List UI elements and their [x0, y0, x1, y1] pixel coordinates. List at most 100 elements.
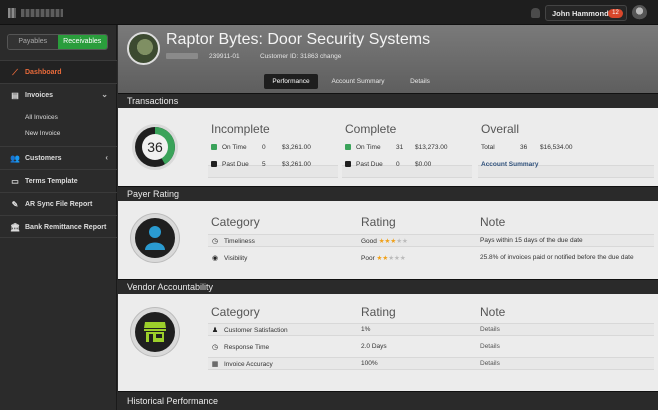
invoice-accuracy-rating: 100%	[361, 360, 378, 367]
category-label: Invoice Accuracy	[224, 361, 273, 368]
section-title: Payer Rating	[127, 189, 180, 199]
overall-heading: Overall	[481, 122, 520, 136]
sidebar-item-label: Invoices	[25, 92, 54, 99]
user-avatar[interactable]	[632, 5, 647, 20]
note-heading: Note	[480, 215, 506, 229]
section-header-transactions: Transactions	[118, 93, 658, 108]
sidebar-item-bank-remittance-report[interactable]: 🏛 Bank Remittance Report	[0, 215, 117, 238]
complete-past-due-count: 0	[396, 161, 400, 168]
on-time-swatch	[345, 144, 351, 151]
sidebar-item-invoices[interactable]: ▤ Invoices ⌄	[0, 83, 117, 106]
note-heading: Note	[480, 305, 506, 319]
overall-total-amount: $16,534.00	[540, 144, 573, 151]
overall-total-count: 36	[520, 144, 528, 151]
page-title: Raptor Bytes: Door Security Systems	[166, 31, 431, 48]
section-header-payer-rating: Payer Rating	[118, 186, 658, 201]
customer-id-value: 31863	[300, 53, 319, 60]
clock-icon: ◷	[211, 238, 219, 245]
tab-details[interactable]: Details	[400, 74, 440, 89]
category-label: Response Time	[224, 344, 270, 351]
response-time-rating: 2.0 Days	[361, 343, 387, 350]
complete-past-due-amount: $0.00	[415, 161, 432, 168]
incomplete-on-time-count: 0	[262, 144, 266, 151]
category-heading: Category	[211, 305, 260, 319]
section-title: Historical Performance	[127, 396, 219, 406]
change-link[interactable]: change	[320, 53, 341, 60]
section-title: Transactions	[127, 96, 179, 106]
account-summary-link[interactable]: Account Summary	[481, 161, 538, 168]
row-label: Past Due	[222, 161, 249, 168]
vendor-row-customer-satisfaction: ♟ Customer Satisfaction	[211, 326, 288, 334]
category-heading: Category	[211, 215, 260, 229]
payables-toggle-button[interactable]: Payables	[8, 35, 58, 49]
vendor-row-invoice-accuracy: ▦ Invoice Accuracy	[211, 360, 273, 368]
sidebar-subitem-all-invoices[interactable]: All Invoices	[25, 114, 58, 121]
complete-on-time-amount: $13,273.00	[415, 144, 448, 151]
wrench-icon: ✎	[11, 200, 19, 209]
sidebar-item-customers[interactable]: 👥 Customers ‹	[0, 146, 117, 169]
redacted-text	[166, 53, 198, 59]
sidebar-item-ar-sync-file-report[interactable]: ✎ AR Sync File Report	[0, 192, 117, 215]
customer-satisfaction-details-link[interactable]: Details	[480, 326, 500, 333]
row-label: On Time	[356, 144, 381, 151]
incomplete-past-due-amount: $3,261.00	[282, 161, 311, 168]
incomplete-on-time-row: On Time	[211, 144, 247, 151]
customer-satisfaction-rating: 1%	[361, 326, 371, 333]
chart-line-icon: ⟋	[12, 68, 18, 77]
star-rating: ★★★★★	[378, 238, 408, 245]
main-content: Raptor Bytes: Door Security Systems 2399…	[118, 25, 658, 410]
rating-heading: Rating	[361, 305, 396, 319]
sidebar-item-terms-template[interactable]: ▭ Terms Template	[0, 169, 117, 192]
account-number: 239911-01	[209, 53, 240, 60]
incomplete-past-due-row: Past Due	[211, 161, 249, 168]
sidebar-item-dashboard[interactable]: ⟋ Dashboard	[0, 60, 117, 83]
invoice-icon: ▤	[11, 91, 19, 100]
category-label: Visibility	[224, 255, 248, 262]
transactions-total-count: 36	[147, 139, 163, 155]
on-time-swatch	[211, 144, 217, 151]
row-label: Past Due	[356, 161, 383, 168]
tab-account-summary[interactable]: Account Summary	[323, 74, 393, 89]
category-label: Timeliness	[224, 238, 255, 245]
category-label: Customer Satisfaction	[224, 327, 288, 334]
chevron-left-icon: ‹	[105, 153, 108, 162]
timeliness-rating: Good ★★★★★	[361, 237, 408, 245]
customer-avatar	[127, 32, 160, 65]
complete-heading: Complete	[345, 122, 397, 136]
sidebar-item-label: Customers	[25, 155, 62, 162]
rating-text: Poor	[361, 255, 375, 262]
notification-bell-icon[interactable]	[531, 8, 540, 18]
person-icon	[145, 226, 165, 250]
logo-wordmark	[21, 9, 63, 17]
star-rating: ★★★★★	[376, 255, 406, 262]
user-menu[interactable]: John Hammond 12	[545, 5, 627, 21]
storefront-icon	[144, 322, 166, 342]
rating-text: Good	[361, 238, 377, 245]
visibility-note: 25.8% of invoices paid or notified befor…	[480, 254, 634, 261]
person-icon: ♟	[211, 327, 219, 334]
incomplete-heading: Incomplete	[211, 122, 270, 136]
row-label: On Time	[222, 144, 247, 151]
top-bar: John Hammond 12	[0, 0, 658, 25]
user-name: John Hammond	[552, 9, 609, 18]
payables-receivables-toggle: Payables Receivables	[7, 34, 108, 50]
document-icon: ▭	[11, 177, 19, 186]
tab-performance[interactable]: Performance	[264, 74, 318, 89]
customer-id-label: Customer ID:	[260, 53, 299, 60]
receivables-toggle-button[interactable]: Receivables	[57, 35, 107, 49]
sidebar: Payables Receivables ⟋ Dashboard ▤ Invoi…	[0, 25, 117, 410]
invoice-accuracy-details-link[interactable]: Details	[480, 360, 500, 367]
chevron-down-icon: ⌄	[101, 90, 108, 99]
complete-on-time-row: On Time	[345, 144, 381, 151]
complete-past-due-row: Past Due	[345, 161, 383, 168]
payer-rating-circle	[131, 214, 179, 262]
vendor-accountability-circle	[131, 308, 179, 356]
rating-heading: Rating	[361, 215, 396, 229]
incomplete-past-due-count: 5	[262, 161, 266, 168]
customer-id: Customer ID: 31863 change	[260, 53, 341, 60]
response-time-details-link[interactable]: Details	[480, 343, 500, 350]
sidebar-item-label: Terms Template	[25, 178, 78, 185]
past-due-swatch	[211, 161, 217, 168]
sidebar-subitem-new-invoice[interactable]: New Invoice	[25, 130, 60, 137]
logo[interactable]	[8, 8, 16, 18]
